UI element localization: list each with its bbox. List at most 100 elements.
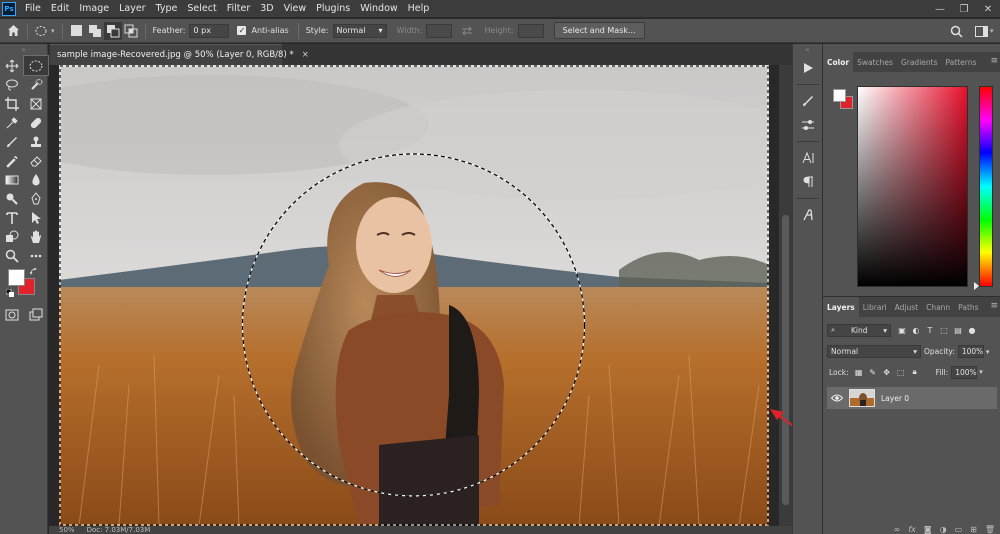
paragraph-icon[interactable] <box>793 170 823 194</box>
menu-image[interactable]: Image <box>74 3 114 14</box>
filter-adjustment-icon[interactable]: ◐ <box>909 323 923 337</box>
canvas-area[interactable] <box>49 65 779 526</box>
tab-gradients[interactable]: Gradients <box>897 52 942 72</box>
crop-icon[interactable] <box>0 94 24 113</box>
history-brush-icon[interactable] <box>0 151 24 170</box>
dodge-icon[interactable] <box>0 189 24 208</box>
menu-help[interactable]: Help <box>403 3 435 14</box>
search-icon[interactable] <box>950 19 963 43</box>
group-icon[interactable]: ▭ <box>955 525 963 534</box>
hue-slider[interactable] <box>979 86 993 287</box>
hue-marker-icon[interactable] <box>974 282 979 290</box>
tab-layers[interactable]: Layers <box>823 297 859 317</box>
screen-mode-icon[interactable] <box>24 305 48 324</box>
tab-swatches[interactable]: Swatches <box>853 52 897 72</box>
intersect-selection-icon[interactable] <box>122 22 140 40</box>
filter-smart-object-icon[interactable]: ▤ <box>951 323 965 337</box>
antialias-checkbox[interactable]: ✓ <box>237 26 247 35</box>
menu-layer[interactable]: Layer <box>114 3 151 14</box>
lock-transparency-icon[interactable]: ▦ <box>852 365 866 379</box>
menu-view[interactable]: View <box>279 3 312 14</box>
blur-icon[interactable] <box>24 170 48 189</box>
visibility-eye-icon[interactable] <box>829 394 845 402</box>
panel-menu-icon[interactable]: ≡ <box>990 56 998 66</box>
lock-all-icon[interactable]: 🔒︎ <box>908 365 922 379</box>
foreground-color-swatch[interactable] <box>8 269 25 286</box>
lock-position-icon[interactable]: ✥ <box>880 365 894 379</box>
tab-patterns[interactable]: Patterns <box>942 52 981 72</box>
filter-kind-select[interactable]: ⌕ Kind ▾ <box>827 323 891 337</box>
fill-input[interactable]: 100% <box>951 365 978 379</box>
quick-select-icon[interactable] <box>24 75 48 94</box>
tab-adjustments[interactable]: Adjust <box>891 297 922 317</box>
close-icon[interactable]: × <box>302 50 309 60</box>
link-icon[interactable]: ∞ <box>894 525 901 534</box>
adjustments-icon[interactable] <box>793 113 823 137</box>
path-select-icon[interactable] <box>24 208 48 227</box>
swap-colors-icon[interactable] <box>30 268 38 276</box>
close-button[interactable]: ✕ <box>976 0 1000 18</box>
menu-filter[interactable]: Filter <box>222 3 256 14</box>
default-colors-icon[interactable] <box>6 289 14 297</box>
lock-artboard-icon[interactable]: ⬚ <box>894 365 908 379</box>
fx-icon[interactable]: fx <box>908 525 916 534</box>
canvas-image[interactable] <box>59 65 769 526</box>
elliptical-marquee-icon[interactable] <box>23 55 49 76</box>
more-icon[interactable] <box>24 246 48 265</box>
chevron-down-icon[interactable]: ▾ <box>990 19 994 43</box>
new-selection-icon[interactable] <box>68 22 86 40</box>
tab-libraries[interactable]: Librari <box>859 297 891 317</box>
foreground-color-swatch[interactable] <box>833 89 846 102</box>
play-icon[interactable] <box>793 56 823 80</box>
home-icon[interactable] <box>4 22 22 40</box>
filter-shape-icon[interactable]: ⬚ <box>937 323 951 337</box>
hand-icon[interactable] <box>24 227 48 246</box>
chevron-down-icon[interactable]: ▾ <box>986 348 990 356</box>
document-tab[interactable]: sample image-Recovered.jpg @ 50% (Layer … <box>50 44 309 65</box>
color-picker-field[interactable] <box>857 86 968 287</box>
brush-settings-icon[interactable] <box>793 89 823 113</box>
filter-toggle-icon[interactable]: ● <box>965 323 979 337</box>
tab-channels[interactable]: Chann <box>922 297 954 317</box>
menu-type[interactable]: Type <box>151 3 183 14</box>
menu-select[interactable]: Select <box>182 3 221 14</box>
pen-icon[interactable] <box>24 189 48 208</box>
tool-preset-icon[interactable] <box>33 22 51 40</box>
character-icon[interactable] <box>793 146 823 170</box>
workspace-icon[interactable] <box>975 19 988 43</box>
eraser-icon[interactable] <box>24 151 48 170</box>
swap-dimensions-icon[interactable] <box>458 22 476 40</box>
move-tool-icon[interactable] <box>0 56 24 75</box>
panel-grip-icon[interactable]: « <box>793 44 822 56</box>
brush-icon[interactable] <box>0 132 24 151</box>
gradient-icon[interactable] <box>0 170 24 189</box>
adjustment-icon[interactable]: ◑ <box>940 525 947 534</box>
width-input[interactable] <box>426 23 453 38</box>
panel-menu-icon[interactable]: ≡ <box>990 301 998 311</box>
height-input[interactable] <box>517 23 544 38</box>
layer-name[interactable]: Layer 0 <box>881 394 909 403</box>
subtract-selection-icon[interactable] <box>103 21 122 40</box>
mask-icon[interactable]: ◙ <box>924 525 932 534</box>
frame-icon[interactable] <box>24 94 48 113</box>
menu-3d[interactable]: 3D <box>255 3 278 14</box>
filter-type-icon[interactable]: T <box>923 323 937 337</box>
panel-grip-icon[interactable]: » <box>0 44 47 56</box>
new-layer-icon[interactable]: ⊞ <box>970 525 977 534</box>
layer-row[interactable]: Layer 0 <box>827 387 997 409</box>
type-icon[interactable] <box>0 208 24 227</box>
document-size-info[interactable]: Doc: 7.03M/7.03M <box>87 526 151 534</box>
zoom-icon[interactable] <box>0 246 24 265</box>
add-selection-icon[interactable] <box>86 22 104 40</box>
trash-icon[interactable]: 🗑︎ <box>985 525 995 534</box>
menu-file[interactable]: File <box>20 3 46 14</box>
tab-paths[interactable]: Paths <box>954 297 982 317</box>
tab-color[interactable]: Color <box>823 52 854 72</box>
menu-plugins[interactable]: Plugins <box>311 3 355 14</box>
minimize-button[interactable]: — <box>928 0 952 18</box>
opacity-input[interactable]: 100% <box>957 345 984 358</box>
quick-mask-icon[interactable] <box>0 305 24 324</box>
restore-button[interactable]: ❐ <box>952 0 976 18</box>
zoom-level[interactable]: 50% <box>59 526 75 534</box>
style-select[interactable]: Normal ▾ <box>332 23 387 38</box>
